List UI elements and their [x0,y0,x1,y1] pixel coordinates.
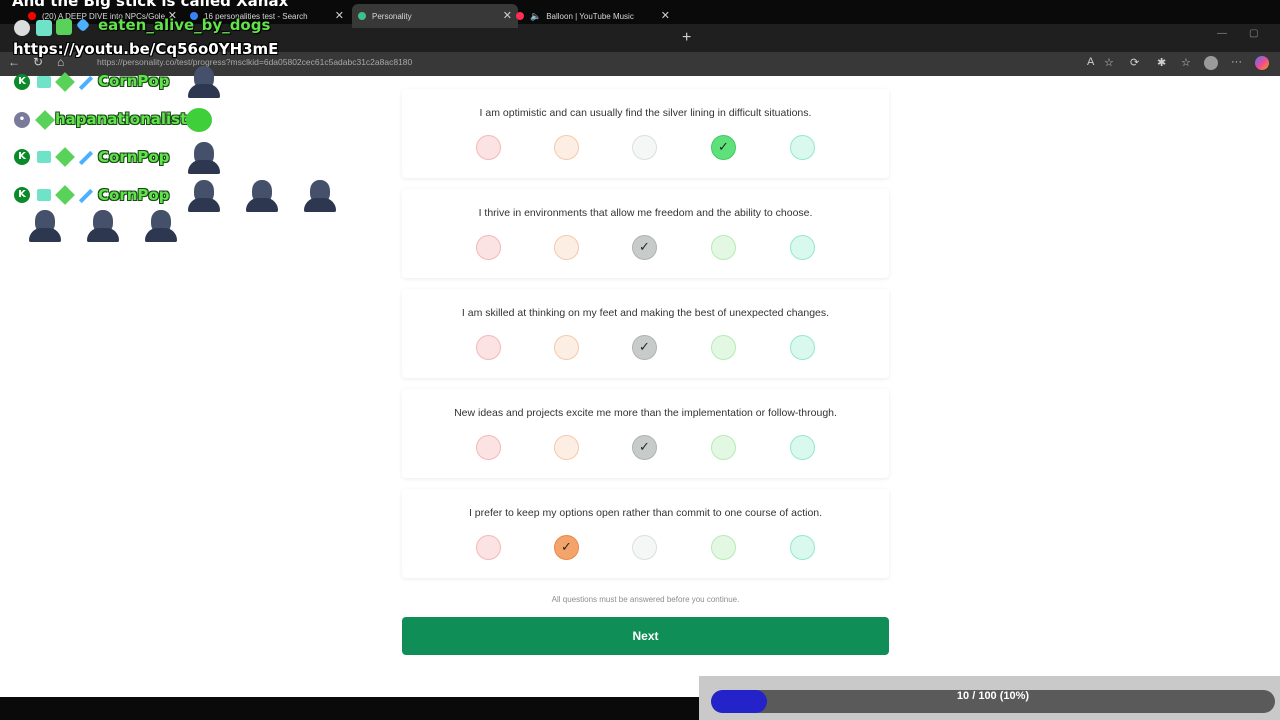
refresh-page-icon[interactable]: ⟳ [1130,56,1139,69]
question-text: New ideas and projects excite me more th… [454,407,837,419]
tab-personality[interactable]: Personality ✕ [352,4,518,28]
answer-strongly-disagree[interactable] [476,235,501,260]
overlay-eq-badge-icon [36,20,52,36]
tab-youtube-music[interactable]: 🔈 Balloon | YouTube Music ✕ [516,4,676,28]
checkmark-icon: ✓ [639,340,650,355]
face-emote-icon [29,210,61,242]
checkmark-icon: ✓ [561,540,572,555]
answer-strongly-disagree[interactable] [476,335,501,360]
question-card: I prefer to keep my options open rather … [402,489,889,578]
answer-agree[interactable] [711,435,736,460]
answer-agree[interactable] [711,335,736,360]
chat-username: hapanationalist [55,110,188,128]
answer-disagree[interactable]: ✓ [554,535,579,560]
answer-neutral[interactable] [632,535,657,560]
question-text: I am optimistic and can usually find the… [479,107,812,119]
k-badge-icon: K [14,187,30,203]
eq-badge-icon [37,76,51,88]
read-aloud-icon[interactable]: A [1087,56,1094,68]
answer-neutral[interactable] [632,135,657,160]
k-badge-icon: K [14,74,30,90]
question-card: I am skilled at thinking on my feet and … [402,289,889,378]
overlay-username: eaten_alive_by_dogs [98,16,271,34]
favorites-icon[interactable]: ☆ [1181,56,1191,69]
new-tab-icon[interactable]: + [682,29,691,47]
checkmark-icon: ✓ [639,440,650,455]
youtube-favicon-icon [28,12,36,20]
eq-badge-icon [37,189,51,201]
face-emote-icon [304,180,336,212]
answer-strongly-agree[interactable] [790,535,815,560]
avatar-badge-icon: • [14,112,30,128]
answer-disagree[interactable] [554,235,579,260]
checkmark-icon: ✓ [639,240,650,255]
personality-favicon-icon [358,12,366,20]
frog-emote-icon [186,108,212,132]
close-tab-icon[interactable]: ✕ [661,9,670,22]
extensions-icon[interactable]: ✱ [1157,56,1166,69]
profile-avatar[interactable] [1204,56,1218,70]
eq-badge-icon [37,151,51,163]
chat-username: CornPop [98,186,170,204]
overlay-skull-icon [14,20,30,36]
chat-username: CornPop [98,72,170,90]
favorite-star-icon[interactable]: ☆ [1104,56,1114,69]
answer-disagree[interactable] [554,435,579,460]
answer-disagree[interactable] [554,135,579,160]
face-emote-icon [87,210,119,242]
minimize-icon[interactable]: — [1217,28,1227,39]
overlay-title: And the Big stick is called Xanax [12,0,289,10]
close-tab-icon[interactable]: ✕ [503,9,512,22]
answer-neutral[interactable]: ✓ [632,235,657,260]
question-text: I prefer to keep my options open rather … [468,507,823,519]
answer-strongly-agree[interactable] [790,435,815,460]
validation-note: All questions must be answered before yo… [551,595,740,604]
chat-username: CornPop [98,148,170,166]
maximize-icon[interactable]: ▢ [1249,28,1258,39]
overlay-tag-badge-icon [56,19,72,35]
answer-strongly-agree[interactable] [790,335,815,360]
youtube-music-favicon-icon [516,12,524,20]
answer-disagree[interactable] [554,335,579,360]
question-text: I am skilled at thinking on my feet and … [461,307,830,319]
answer-strongly-disagree[interactable] [476,435,501,460]
question-card: New ideas and projects excite me more th… [402,389,889,478]
next-button[interactable]: Next [402,617,889,655]
gem-badge-icon [55,147,75,167]
tab-label: Balloon | YouTube Music [546,11,634,21]
question-card: I am optimistic and can usually find the… [402,89,889,178]
face-emote-icon [145,210,177,242]
answer-strongly-disagree[interactable] [476,535,501,560]
answer-agree[interactable] [711,235,736,260]
answer-agree[interactable] [711,535,736,560]
checkmark-icon: ✓ [718,140,729,155]
gem-badge-icon [55,185,75,205]
face-emote-icon [188,180,220,212]
gem-badge-icon [35,110,55,130]
question-card: I thrive in environments that allow me f… [402,189,889,278]
answer-agree[interactable]: ✓ [711,135,736,160]
overlay-link: https://youtu.be/Cq56o0YH3mE [13,40,279,58]
answer-neutral[interactable]: ✓ [632,335,657,360]
close-tab-icon[interactable]: ✕ [335,9,344,22]
answer-strongly-disagree[interactable] [476,135,501,160]
more-menu-icon[interactable]: ··· [1231,56,1242,68]
sword-badge-icon [78,188,94,204]
face-emote-icon [188,66,220,98]
answer-strongly-agree[interactable] [790,135,815,160]
face-emote-icon [188,142,220,174]
answer-strongly-agree[interactable] [790,235,815,260]
url-field[interactable]: https://personality.co/test/progress?msc… [80,57,1097,71]
progress-label: 10 / 100 (10%) [956,690,1030,702]
sword-badge-icon [78,75,94,91]
sword-badge-icon [78,150,94,166]
copilot-icon[interactable] [1255,56,1269,70]
tab-label: Personality [372,11,412,21]
speaker-icon: 🔈 [530,10,542,21]
face-emote-icon [246,180,278,212]
k-badge-icon: K [14,149,30,165]
answer-neutral[interactable]: ✓ [632,435,657,460]
question-text: I thrive in environments that allow me f… [478,207,813,219]
